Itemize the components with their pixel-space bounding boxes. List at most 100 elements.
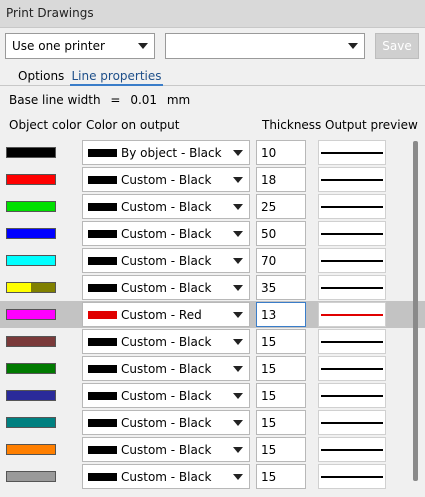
output-color-label: Custom - Black	[121, 227, 212, 241]
output-color-swatch	[88, 149, 117, 157]
color-segment	[7, 256, 55, 265]
vertical-scrollbar[interactable]	[413, 141, 418, 497]
table-row[interactable]: Custom - Black 15	[0, 463, 425, 490]
color-segment	[7, 337, 55, 346]
preview-line	[321, 314, 383, 316]
chevron-down-icon	[233, 285, 243, 291]
base-line-equals: =	[110, 93, 121, 107]
output-color-label: Custom - Black	[121, 416, 212, 430]
scrollbar-thumb[interactable]	[413, 141, 418, 481]
table-row[interactable]: Custom - Black 18	[0, 166, 425, 193]
output-preview	[318, 167, 386, 192]
tab-line-properties[interactable]: Line properties	[70, 68, 163, 86]
output-color-select[interactable]: Custom - Black	[82, 167, 250, 192]
chevron-down-icon	[138, 43, 148, 49]
table-row[interactable]: Custom - Black 15	[0, 328, 425, 355]
chevron-down-icon	[233, 258, 243, 264]
output-preview	[318, 302, 386, 327]
output-color-label: Custom - Red	[121, 308, 202, 322]
output-color-swatch	[88, 284, 117, 292]
output-color-select[interactable]: Custom - Red	[82, 302, 250, 327]
thickness-input[interactable]: 13	[256, 302, 306, 327]
thickness-input[interactable]: 70	[256, 248, 306, 273]
output-preview	[318, 140, 386, 165]
color-segment	[7, 148, 55, 157]
color-segment	[7, 175, 55, 184]
object-color-swatch	[6, 255, 56, 266]
table-row[interactable]: By object - Black 10	[0, 139, 425, 166]
thickness-input[interactable]: 15	[256, 356, 306, 381]
output-color-swatch	[88, 446, 117, 454]
chevron-down-icon	[348, 43, 358, 49]
printer-mode-select[interactable]: Use one printer	[5, 33, 155, 59]
table-row[interactable]: Custom - Black 15	[0, 382, 425, 409]
color-segment	[7, 391, 55, 400]
output-color-label: Custom - Black	[121, 443, 212, 457]
table-row[interactable]: Custom - Red 13	[0, 301, 425, 328]
table-row[interactable]: Custom - Black 50	[0, 220, 425, 247]
thickness-input[interactable]: 18	[256, 167, 306, 192]
output-color-swatch	[88, 176, 117, 184]
output-color-select[interactable]: Custom - Black	[82, 221, 250, 246]
table-row[interactable]: Custom - Black 25	[0, 193, 425, 220]
thickness-input[interactable]: 15	[256, 410, 306, 435]
save-button[interactable]: Save	[375, 33, 419, 59]
object-color-swatch	[6, 309, 56, 320]
table-row[interactable]: Custom - Black 35	[0, 274, 425, 301]
output-color-select[interactable]: Custom - Black	[82, 194, 250, 219]
output-color-select[interactable]: Custom - Black	[82, 275, 250, 300]
object-color-swatch	[6, 444, 56, 455]
thickness-input[interactable]: 15	[256, 437, 306, 462]
thickness-input[interactable]: 15	[256, 383, 306, 408]
output-preview	[318, 437, 386, 462]
thickness-input[interactable]: 15	[256, 329, 306, 354]
output-color-label: Custom - Black	[121, 173, 212, 187]
tab-options[interactable]: Options	[18, 68, 64, 86]
base-line-width: Base line width = 0.01 mm	[9, 93, 196, 107]
tab-bar: Options Line properties	[0, 68, 425, 86]
output-color-select[interactable]: Custom - Black	[82, 248, 250, 273]
printer-name-select[interactable]	[165, 33, 365, 59]
table-row[interactable]: Custom - Black 15	[0, 436, 425, 463]
output-preview	[318, 248, 386, 273]
chevron-down-icon	[233, 339, 243, 345]
table-row[interactable]: Custom - Black 15	[0, 409, 425, 436]
output-color-select[interactable]: Custom - Black	[82, 464, 250, 489]
output-color-select[interactable]: Custom - Black	[82, 437, 250, 462]
thickness-input[interactable]: 25	[256, 194, 306, 219]
chevron-down-icon	[233, 231, 243, 237]
output-color-label: Custom - Black	[121, 254, 212, 268]
output-color-select[interactable]: Custom - Black	[82, 329, 250, 354]
output-color-label: Custom - Black	[121, 389, 212, 403]
output-color-select[interactable]: Custom - Black	[82, 356, 250, 381]
chevron-down-icon	[233, 150, 243, 156]
thickness-input[interactable]: 35	[256, 275, 306, 300]
color-segment	[7, 202, 55, 211]
table-row[interactable]: Custom - Black 70	[0, 247, 425, 274]
color-segment	[31, 283, 55, 292]
preview-line	[321, 233, 383, 235]
chevron-down-icon	[233, 177, 243, 183]
output-color-select[interactable]: By object - Black	[82, 140, 250, 165]
thickness-input[interactable]: 50	[256, 221, 306, 246]
output-preview	[318, 383, 386, 408]
output-color-swatch	[88, 203, 117, 211]
header-color-on-output: Color on output	[86, 118, 180, 132]
preview-line	[321, 422, 383, 424]
color-segment	[7, 445, 55, 454]
output-color-select[interactable]: Custom - Black	[82, 383, 250, 408]
preview-line	[321, 368, 383, 370]
output-preview	[318, 221, 386, 246]
object-color-swatch	[6, 282, 56, 293]
thickness-input[interactable]: 10	[256, 140, 306, 165]
thickness-input[interactable]: 15	[256, 464, 306, 489]
output-preview	[318, 410, 386, 435]
color-segment	[7, 364, 55, 373]
base-line-value: 0.01	[130, 93, 158, 107]
output-color-label: Custom - Black	[121, 200, 212, 214]
table-row[interactable]: Custom - Black 15	[0, 355, 425, 382]
output-color-select[interactable]: Custom - Black	[82, 410, 250, 435]
chevron-down-icon	[233, 366, 243, 372]
chevron-down-icon	[233, 393, 243, 399]
output-color-swatch	[88, 257, 117, 265]
